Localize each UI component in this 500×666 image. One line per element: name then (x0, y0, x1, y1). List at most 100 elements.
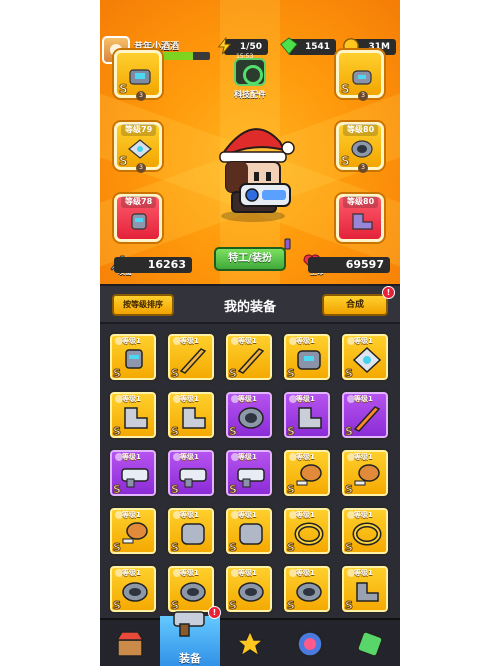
inventory-item[interactable]: 等级1 S (340, 448, 390, 498)
slot-level: 等级78 (121, 196, 157, 208)
inventory-item[interactable]: 等级1 S (224, 332, 274, 382)
equip-slot-right-mid[interactable]: 等级80 S 3 (336, 122, 384, 173)
inventory-item[interactable]: 等级1 S (282, 390, 332, 440)
rank-s-label: S (229, 367, 238, 381)
inventory-item[interactable]: 等级1 S (282, 332, 332, 382)
inventory-item[interactable]: 等级1 S (108, 332, 158, 382)
nav-gems[interactable] (340, 620, 400, 666)
sort-by-level-button[interactable]: 按等级排序 (112, 294, 174, 316)
shop-icon (115, 631, 145, 657)
equipment-title-bar: 按等级排序 我的装备 合成 ! (100, 284, 400, 324)
tech-parts-label: 科技配件 (234, 90, 266, 99)
belt-icon (238, 407, 264, 429)
belt-icon (238, 582, 264, 602)
amulet-icon (128, 139, 152, 159)
rank-s-label: S (341, 154, 351, 169)
page-title: 我的装备 (223, 300, 276, 315)
merge-button[interactable]: 合成 (322, 294, 388, 316)
nav-shop[interactable] (100, 620, 160, 666)
rank-s-label: S (171, 367, 180, 381)
inventory-item[interactable]: 等级1 S (166, 506, 216, 556)
rank-s-label: S (113, 367, 122, 381)
rank-s-label: S (287, 483, 296, 497)
belt-icon (180, 582, 206, 602)
inventory-item[interactable]: 等级1 S (282, 448, 332, 498)
rank-s-label: S (345, 425, 354, 439)
gun-icon (121, 468, 149, 488)
nav-talent[interactable] (220, 620, 280, 666)
hp-value: 69597 (308, 257, 390, 273)
boots-icon (182, 407, 206, 429)
gem-icon (280, 37, 298, 55)
rank-s-label: S (113, 483, 122, 497)
badge-icon (297, 631, 323, 657)
boots-icon (352, 213, 373, 230)
inventory-item[interactable]: 等级1 S (108, 390, 158, 440)
energy-icon (217, 37, 232, 55)
gems-value: 1541 (304, 42, 330, 52)
slot-level: 等级80 (343, 124, 379, 136)
inventory-item[interactable]: 等级1 S (224, 448, 274, 498)
inventory-item[interactable]: 等级1 S (282, 506, 332, 556)
blade-icon (237, 348, 265, 374)
helmet-icon (352, 70, 372, 85)
rank-s-label: S (345, 599, 354, 613)
agent-outfit-button[interactable]: 特工/装扮 (214, 247, 286, 271)
crystal-icon (357, 631, 383, 657)
gun-icon (237, 468, 265, 488)
star-count: 3 (136, 163, 146, 173)
inventory-item[interactable]: 等级1 S (108, 506, 158, 556)
rank-s-label: S (345, 367, 354, 381)
rank-s-label: S (119, 154, 129, 169)
attack-value: 16263 (114, 257, 192, 273)
inventory-item[interactable]: 等级1 S (340, 390, 390, 440)
belt-icon (122, 582, 148, 602)
hero-character[interactable] (210, 112, 296, 224)
inventory-item[interactable]: 等级1 S (340, 332, 390, 382)
inventory-item[interactable]: 等级1 S (166, 390, 216, 440)
gun-icon (179, 468, 207, 488)
boots-icon (298, 407, 322, 429)
gun-icon (173, 611, 205, 637)
drumstick-icon (296, 464, 322, 486)
inventory-item[interactable]: 等级1 S (166, 448, 216, 498)
tech-parts-button[interactable] (234, 58, 266, 86)
equip-slot-right-low[interactable]: 等级80 (336, 194, 384, 242)
nav-alert-badge: ! (208, 606, 221, 619)
inventory-item[interactable]: 等级1 S (224, 506, 274, 556)
nav-events[interactable] (280, 620, 340, 666)
inventory-item[interactable]: 等级1 S (224, 564, 274, 614)
game-screen: 昔年小酒酒 79 1/50 15:53 1541 31M 科技配件 S 3 (100, 0, 400, 666)
gems-counter[interactable]: 1541 (280, 37, 336, 55)
rank-s-label: S (119, 82, 129, 97)
shoe-icon (356, 582, 379, 602)
inventory-item[interactable]: 等级1 S (340, 506, 390, 556)
inventory-item[interactable]: 等级1 S (340, 564, 390, 614)
glove-icon (131, 213, 147, 230)
inventory-item[interactable]: 等级1 S (282, 564, 332, 614)
star-icon (234, 629, 266, 658)
inventory-item[interactable]: 等级1 S (166, 332, 216, 382)
slot-level: 等级79 (121, 124, 157, 136)
inventory-grid: 等级1 S 等级1 S 等级1 S 等级1 S 等级1 S 等级1 S 等级1 … (100, 326, 400, 618)
rank-s-label: S (113, 599, 122, 613)
rank-s-label: S (229, 541, 238, 555)
armor-icon (297, 350, 321, 370)
rank-s-label: S (171, 425, 180, 439)
inventory-item[interactable]: 等级1 S (108, 564, 158, 614)
boots-icon (124, 407, 148, 429)
inventory-item[interactable]: 等级1 S (224, 390, 274, 440)
rank-s-label: S (287, 599, 296, 613)
rank-s-label: S (229, 599, 238, 613)
nav-equipment[interactable]: 装备 ! (160, 606, 221, 666)
equip-slot-left-mid[interactable]: 等级79 S 3 (114, 122, 162, 173)
rank-s-label: S (287, 541, 296, 555)
drumstick-icon (122, 522, 148, 544)
amulet-icon (352, 346, 382, 374)
inventory-item[interactable]: 等级1 S (108, 448, 158, 498)
equip-slot-left-low[interactable]: 等级78 (114, 194, 162, 242)
slot-level: 等级80 (343, 196, 379, 208)
belt-icon (351, 140, 373, 158)
equip-slot-left-top[interactable]: S 3 (114, 50, 162, 101)
equip-slot-right-top[interactable]: S 3 (336, 50, 384, 101)
